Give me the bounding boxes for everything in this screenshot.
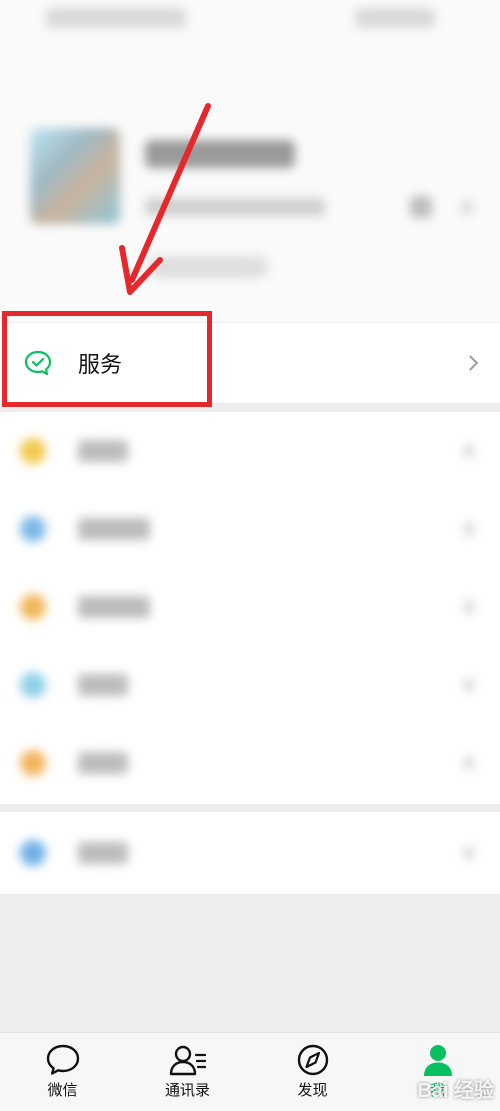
- profile-chevron-icon[interactable]: [462, 200, 472, 214]
- channels-icon: [20, 594, 46, 620]
- menu-item-label: [78, 842, 128, 864]
- menu-item-favorites[interactable]: [0, 412, 500, 490]
- chevron-right-icon: [464, 600, 474, 614]
- chevron-right-icon: [464, 846, 474, 860]
- menu-item-label: [78, 674, 128, 696]
- chevron-right-icon: [464, 444, 474, 458]
- chevron-right-icon: [464, 522, 474, 536]
- red-arrow-annotation: [119, 103, 211, 295]
- status-bar-left: [46, 8, 186, 28]
- profile-header: [0, 0, 500, 322]
- profile-icon: [423, 1045, 452, 1076]
- chat-bubble-icon: [46, 1044, 79, 1075]
- tab-chats[interactable]: 微信: [0, 1033, 125, 1111]
- menu-list: [0, 412, 500, 804]
- menu-item-moments[interactable]: [0, 490, 500, 568]
- status-bar-right: [355, 8, 435, 28]
- menu-item-label: [78, 518, 150, 540]
- chevron-right-icon: [464, 756, 474, 770]
- red-highlight-box: [2, 311, 212, 407]
- menu-item-label: [78, 752, 128, 774]
- watermark-logo: Bai 经验: [417, 1080, 494, 1102]
- avatar[interactable]: [30, 128, 120, 224]
- menu-item-label: [78, 596, 150, 618]
- moments-icon: [20, 516, 46, 542]
- menu-item-stickers[interactable]: [0, 724, 500, 802]
- tab-label: 微信: [47, 1081, 78, 1099]
- menu-item-label: [78, 440, 128, 462]
- bottom-tab-bar: 微信 通讯录 发现 我 Bai 经验: [0, 1032, 500, 1111]
- chevron-right-icon: [462, 355, 479, 371]
- menu-item-settings[interactable]: [0, 814, 500, 892]
- tab-discover[interactable]: 发现: [250, 1033, 375, 1111]
- stickers-icon: [20, 750, 46, 776]
- menu-item-channels[interactable]: [0, 568, 500, 646]
- tab-label: 通讯录: [164, 1081, 210, 1099]
- cards-icon: [20, 672, 46, 698]
- favorites-icon: [20, 438, 46, 464]
- contacts-icon: [169, 1045, 206, 1076]
- qr-code-icon[interactable]: [410, 196, 432, 218]
- chevron-right-icon: [464, 678, 474, 692]
- settings-group: [0, 812, 500, 894]
- settings-icon: [20, 840, 46, 866]
- tab-contacts[interactable]: 通讯录: [125, 1033, 250, 1111]
- compass-icon: [297, 1044, 328, 1076]
- tab-label: 发现: [297, 1081, 328, 1099]
- menu-item-cards[interactable]: [0, 646, 500, 724]
